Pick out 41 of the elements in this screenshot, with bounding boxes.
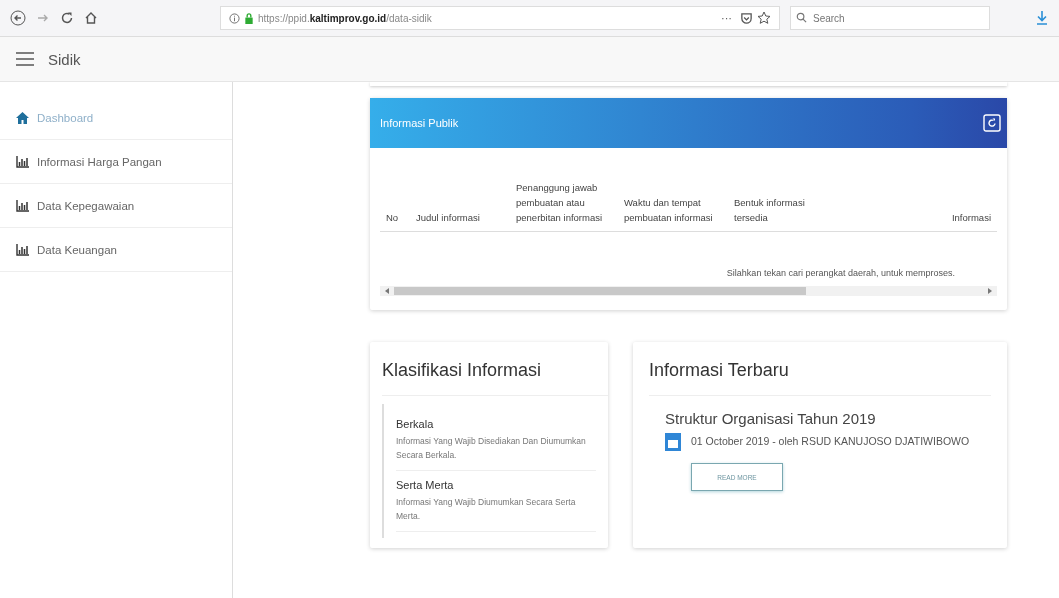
address-bar[interactable]: https://ppid.kaltimprov.go.id/data-sidik ··· [220, 6, 780, 30]
sidebar-item[interactable]: Informasi Harga Pangan [0, 140, 232, 184]
lock-icon [244, 12, 254, 24]
chart-icon [16, 155, 29, 168]
scroll-right-icon[interactable] [987, 288, 993, 294]
column-header: Penanggung jawab pembuatan atau penerbitan informasi [515, 181, 604, 225]
classification-description: Informasi Yang Wajib Diumumkan Secara Serta Merta. [396, 496, 577, 523]
sidebar-item[interactable]: Data Kepegawaian [0, 184, 232, 228]
empty-message: Silahkan tekan cari perangkat daerah, untuk memproses. [725, 267, 956, 280]
search-field[interactable]: Search [790, 6, 990, 30]
column-header: No [385, 211, 400, 225]
column-header: Judul informasi [415, 211, 481, 225]
card-title: Informasi Terbaru [649, 342, 991, 396]
card-title: Informasi Publik [380, 117, 459, 129]
card-title: Klasifikasi Informasi [382, 342, 608, 396]
calendar-icon [665, 433, 681, 451]
column-header: Waktu dan tempat pembuatan informasi [623, 196, 714, 225]
column-header: Bentuk informasi tersedia [733, 196, 806, 225]
home-icon [16, 111, 29, 124]
classification-description: Informasi Yang Wajib Disediakan Dan Diumumkan Secara Berkala. [396, 435, 587, 462]
column-header: Informasi [950, 211, 992, 225]
horizontal-scrollbar[interactable] [380, 286, 997, 296]
reload-icon[interactable] [60, 11, 74, 25]
news-title[interactable]: Struktur Organisasi Tahun 2019 [665, 410, 991, 427]
download-icon[interactable] [1035, 10, 1049, 26]
refresh-icon[interactable] [983, 114, 1001, 132]
star-icon[interactable] [757, 11, 771, 25]
info-icon [229, 12, 240, 24]
chart-icon [16, 243, 29, 256]
news-meta: 01 October 2019 - oleh RSUD KANUJOSO DJATIWIBOWO [691, 435, 970, 447]
pocket-icon[interactable] [740, 11, 753, 25]
classification-name: Berkala [396, 418, 435, 430]
menu-icon[interactable] [16, 52, 34, 66]
chart-icon [16, 199, 29, 212]
sidebar-item[interactable]: Data Keuangan [0, 228, 232, 272]
app-title: Sidik [48, 50, 81, 68]
scroll-left-icon[interactable] [384, 288, 390, 294]
classification-name: Serta Merta [396, 479, 455, 491]
more-button[interactable]: ··· [721, 12, 732, 24]
back-icon[interactable] [10, 10, 26, 26]
home-icon[interactable] [84, 11, 98, 25]
